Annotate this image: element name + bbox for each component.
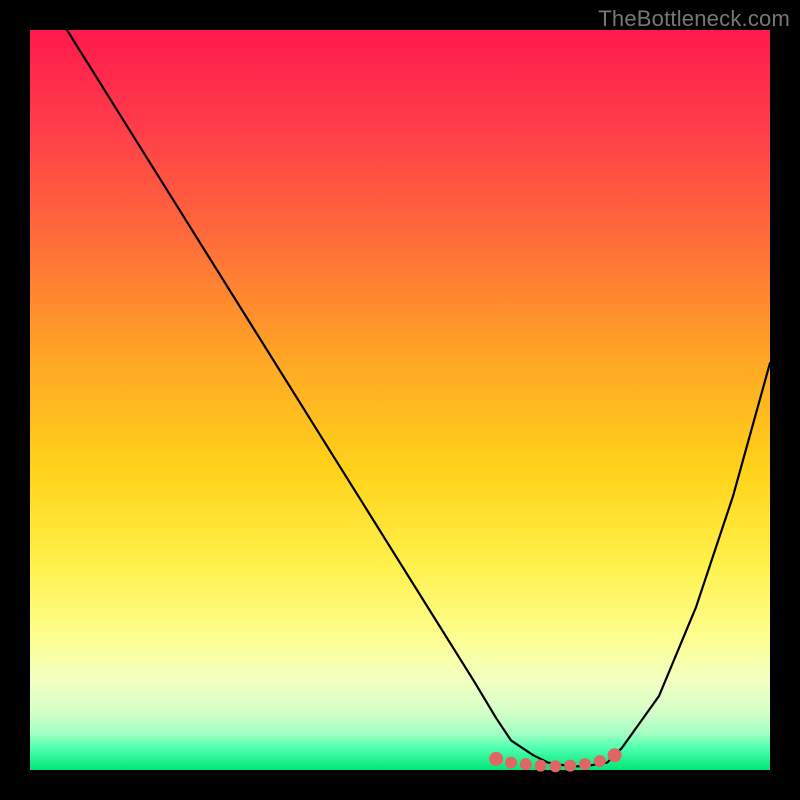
marker-dot [535,760,547,772]
marker-dot [564,760,576,772]
curve-line [67,30,770,766]
marker-dot [520,758,532,770]
marker-dot [608,748,622,762]
bottleneck-curve-svg [30,30,770,770]
marker-dot [489,752,503,766]
watermark-text: TheBottleneck.com [598,6,790,32]
chart-frame: TheBottleneck.com [0,0,800,800]
marker-dot [549,760,561,772]
marker-group [489,748,621,772]
marker-dot [579,758,591,770]
curve-line-group [67,30,770,766]
marker-dot [505,757,517,769]
marker-dot [594,755,606,767]
plot-area [30,30,770,770]
